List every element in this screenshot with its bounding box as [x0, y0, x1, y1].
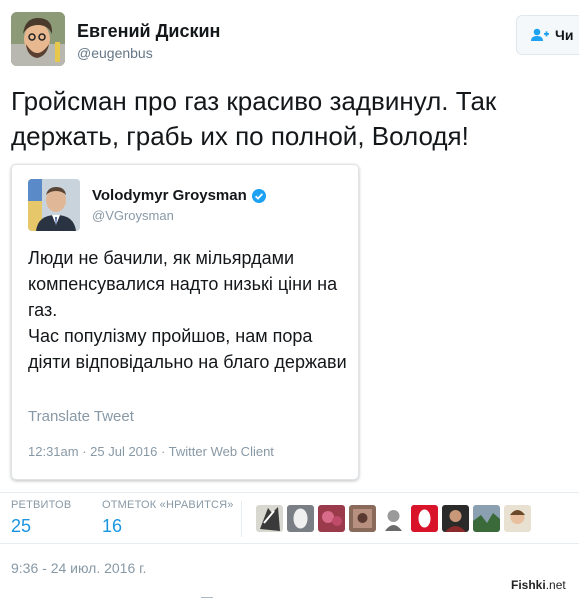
liker-avatar[interactable] [380, 505, 407, 532]
follow-button[interactable]: Чи [516, 15, 579, 55]
stats-divider [241, 501, 242, 537]
liker-avatar[interactable] [287, 505, 314, 532]
liker-avatar[interactable] [473, 505, 500, 532]
liker-avatar-icon [504, 505, 531, 532]
liker-avatar-icon [473, 505, 500, 532]
liker-avatar-icon [318, 505, 345, 532]
author-avatar[interactable] [11, 12, 65, 66]
author-handle[interactable]: @eugenbus [77, 45, 153, 61]
quoted-tweet-meta: 12:31am · 25 Jul 2016 · Twitter Web Clie… [28, 444, 274, 459]
verified-badge-icon [251, 188, 266, 203]
tweet-actions-bar [11, 590, 571, 598]
add-user-icon [531, 28, 549, 41]
liker-avatar-icon [349, 505, 376, 532]
follow-button-label: Чи [555, 27, 574, 43]
quoted-tweet[interactable]: Volodymyr Groysman @VGroysman Люди не ба… [11, 164, 359, 480]
liker-avatar[interactable] [442, 505, 469, 532]
liker-avatar[interactable] [411, 505, 438, 532]
liker-avatar[interactable] [256, 505, 283, 532]
tweet-stats: РЕТВИТОВ 25 ОТМЕТОК «НРАВИТСЯ» 16 [0, 492, 579, 544]
tweet-header: Евгений Дискин @eugenbus Чи [11, 12, 579, 68]
avatar-cartoon-icon [11, 12, 65, 66]
likes-caption: ОТМЕТОК «НРАВИТСЯ» [102, 499, 234, 511]
tweet-timestamp[interactable]: 9:36 - 24 июл. 2016 г. [11, 560, 146, 576]
quoted-tweet-text-line: Час популізму пройшов, нам пора діяти ві… [28, 326, 347, 372]
liker-avatar-icon [442, 505, 469, 532]
quoted-tweet-text-line: Люди не бачили, як мільярдами компенсува… [28, 248, 338, 320]
liker-avatar[interactable] [318, 505, 345, 532]
liker-avatar[interactable] [349, 505, 376, 532]
liker-avatar[interactable] [504, 505, 531, 532]
quoted-author-name-row[interactable]: Volodymyr Groysman [92, 187, 266, 204]
liker-avatar-icon [287, 505, 314, 532]
liker-avatar-icon [411, 505, 438, 532]
likes-count: 16 [102, 516, 123, 536]
translate-tweet-link[interactable]: Translate Tweet [28, 408, 134, 425]
person-photo-icon [28, 179, 80, 231]
retweets-count: 25 [11, 516, 32, 536]
quoted-author-handle[interactable]: @VGroysman [92, 208, 174, 223]
tweet-text: Гройсман про газ красиво задвинул. Так д… [11, 86, 497, 151]
retweets-stat[interactable]: РЕТВИТОВ 25 [11, 499, 71, 537]
liker-avatar-icon [380, 505, 407, 532]
quoted-author-avatar[interactable] [28, 179, 80, 231]
quoted-tweet-text: Люди не бачили, як мільярдами компенсува… [28, 245, 352, 375]
likes-stat[interactable]: ОТМЕТОК «НРАВИТСЯ» 16 [102, 499, 234, 537]
retweets-caption: РЕТВИТОВ [11, 499, 72, 511]
author-name[interactable]: Евгений Дискин [77, 21, 220, 42]
liker-avatar-icon [256, 505, 283, 532]
likers-avatars [256, 505, 531, 532]
quoted-author-name: Volodymyr Groysman [92, 187, 247, 204]
